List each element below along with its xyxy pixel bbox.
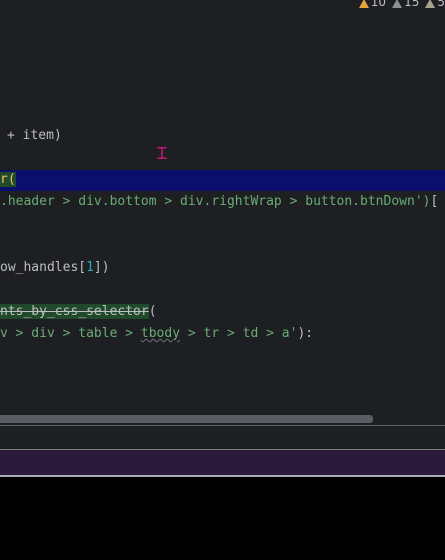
code-line[interactable]: ow_handles[1])	[0, 257, 110, 279]
horizontal-scrollbar[interactable]	[0, 415, 373, 423]
line-selection-highlight	[0, 170, 445, 191]
typos-count[interactable]: 5	[425, 0, 445, 9]
weak-warning-icon	[392, 0, 403, 8]
inspections-widget[interactable]: 10 15 5	[358, 0, 445, 10]
code-line-selected[interactable]: r(	[0, 169, 16, 191]
code-line[interactable]: v > div > table > tbody > tr > td > a'):	[0, 323, 313, 345]
typo-icon	[425, 0, 436, 8]
code-line[interactable]: .header > div.bottom > div.rightWrap > b…	[0, 191, 438, 213]
warnings-count[interactable]: 10	[358, 0, 386, 9]
text-cursor-icon: Ꮖ	[157, 144, 168, 163]
code-line[interactable]: + item)	[7, 125, 62, 147]
panel-bottom-border	[0, 475, 445, 477]
code-editor[interactable]: 10 15 5 + item) Ꮖ r( .header > div.botto…	[0, 0, 445, 425]
status-bar	[0, 450, 445, 475]
code-line[interactable]: nts_by_css_selector(	[0, 301, 157, 323]
weak-warnings-count[interactable]: 15	[392, 0, 419, 9]
warning-icon	[358, 0, 369, 8]
